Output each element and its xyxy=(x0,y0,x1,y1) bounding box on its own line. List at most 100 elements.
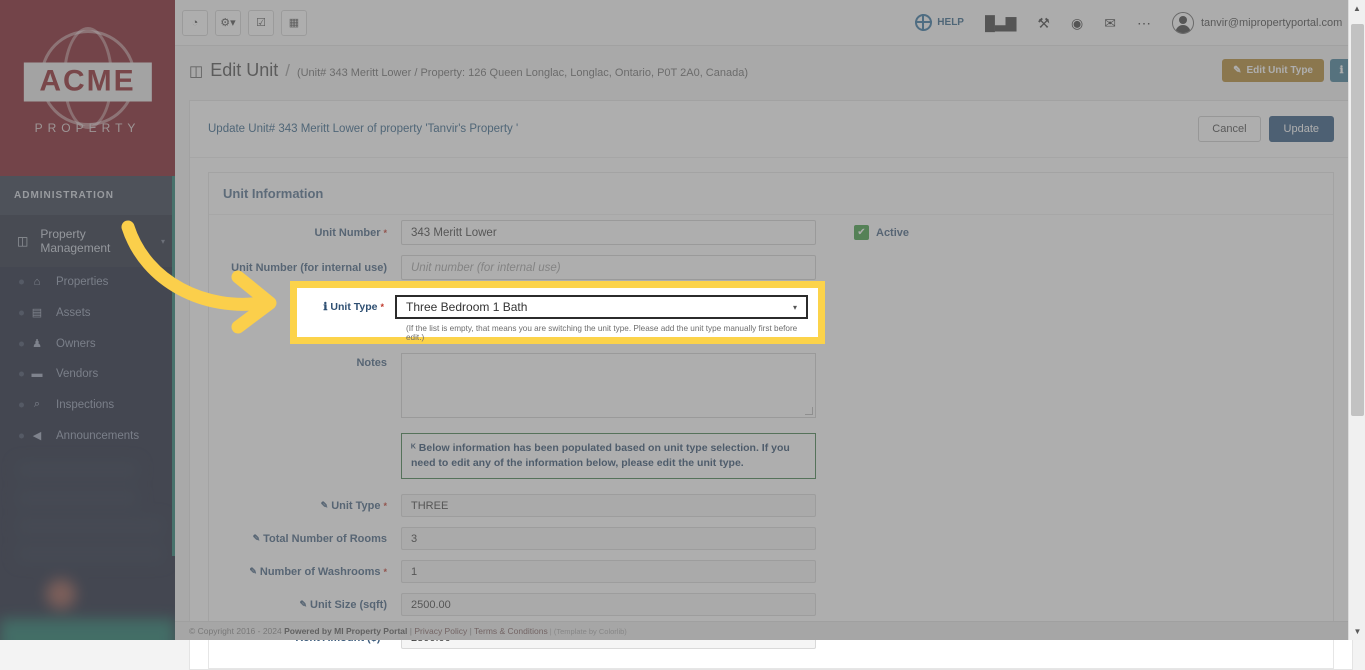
blurred-banner xyxy=(0,619,175,640)
unit-type-selected-value: Three Bedroom 1 Bath xyxy=(406,300,527,314)
sidebar: ACME PROPERTY ADMINISTRATION ◫ Property … xyxy=(0,0,175,640)
notes-textarea[interactable] xyxy=(401,353,816,418)
sidebar-item-vendors[interactable]: ▬ Vendors xyxy=(0,359,175,389)
active-label: Active xyxy=(876,227,909,239)
unit-size-value: 2500.00 xyxy=(401,593,816,616)
cube-icon: ◫ xyxy=(189,62,203,80)
home-icon: ⌂ xyxy=(30,276,44,288)
sidebar-item-label: Announcements xyxy=(56,430,139,442)
sidebar-item-assets[interactable]: ▤ Assets xyxy=(0,297,175,328)
info-icon: ℹ xyxy=(323,301,327,313)
pencil-icon: ✎ xyxy=(299,599,307,610)
mail-icon[interactable]: ✉ xyxy=(1104,16,1116,30)
form-row-alert: ᴷ Below information has been populated b… xyxy=(209,423,1333,484)
internal-unit-number-input[interactable]: Unit number (for internal use) xyxy=(401,255,816,280)
logo-text: ACME xyxy=(23,63,151,102)
blurred-item xyxy=(16,489,139,507)
alert-text: Below information has been populated bas… xyxy=(411,442,790,469)
title-separator: / xyxy=(285,61,290,81)
blurred-avatar xyxy=(46,579,76,609)
pencil-icon: ✎ xyxy=(321,500,329,511)
sidebar-item-label: Assets xyxy=(56,307,91,319)
sidebar-item-owners[interactable]: ♟ Owners xyxy=(0,328,175,359)
form-row-notes: Notes xyxy=(209,348,1333,423)
search-icon: ⌕ xyxy=(30,398,44,411)
card-title: Unit Information xyxy=(209,173,1333,215)
unit-number-label: Unit Number * xyxy=(223,227,401,239)
scrollbar-thumb[interactable] xyxy=(1351,24,1364,416)
sidebar-item-property-management[interactable]: ◫ Property Management ▾ xyxy=(0,215,175,267)
required-marker: * xyxy=(383,501,387,511)
settings-button[interactable]: ⚙▾ xyxy=(215,10,241,36)
scroll-up-button[interactable]: ▲ xyxy=(1349,0,1365,17)
unit-type-label: ℹ Unit Type * xyxy=(307,301,395,313)
unit-size-label: ✎ Unit Size (sqft) xyxy=(223,599,401,611)
help-button[interactable]: HELP xyxy=(915,14,964,31)
active-toggle[interactable]: ✔ Active xyxy=(854,225,909,240)
label-text: Unit Type xyxy=(330,301,377,313)
copyright-text: © Copyright 2016 - 2024 xyxy=(189,626,284,636)
cancel-button[interactable]: Cancel xyxy=(1198,116,1260,142)
total-rooms-label: ✎ Total Number of Rooms xyxy=(223,533,401,545)
archive-icon: ▤ xyxy=(30,306,44,319)
chevron-down-icon: ▾ xyxy=(793,303,797,312)
app-logo[interactable]: ACME PROPERTY xyxy=(0,0,175,176)
update-button[interactable]: Update xyxy=(1269,116,1334,142)
readonly-unit-type-value: THREE xyxy=(401,494,816,517)
bulb-icon: ᴷ xyxy=(411,442,416,454)
footer: © Copyright 2016 - 2024 Powered by MI Pr… xyxy=(175,621,1365,640)
eye-icon[interactable]: ◉ xyxy=(1071,16,1083,30)
top-toolbar: ◔ ⚙▾ ☑ ▦ HELP █▃▇ ⚒ ◉ ✉ ⋯ tanvir@miprope… xyxy=(175,0,1365,46)
vertical-scrollbar[interactable]: ▲ ▼ xyxy=(1348,0,1365,640)
building-icon: ◫ xyxy=(17,234,28,248)
unit-type-select[interactable]: Three Bedroom 1 Bath ▾ xyxy=(395,295,808,319)
more-icon[interactable]: ⋯ xyxy=(1137,16,1151,30)
pencil-icon: ✎ xyxy=(253,533,261,544)
sidebar-item-label: Owners xyxy=(56,338,96,350)
page-title: ◫ Edit Unit / (Unit# 343 Meritt Lower / … xyxy=(189,60,748,81)
scroll-down-button[interactable]: ▼ xyxy=(1349,623,1365,640)
calculator-button[interactable]: ▦ xyxy=(281,10,307,36)
reports-icon[interactable]: █▃▇ xyxy=(985,16,1016,30)
lifering-icon xyxy=(915,14,932,31)
sidebar-item-properties[interactable]: ⌂ Properties xyxy=(0,267,175,297)
unit-type-row: ℹ Unit Type * Three Bedroom 1 Bath ▾ xyxy=(297,295,818,319)
privacy-policy-link[interactable]: Privacy Policy xyxy=(414,626,467,636)
unit-number-input[interactable]: 343 Meritt Lower xyxy=(401,220,816,245)
unit-type-highlight-box: ℹ Unit Type * Three Bedroom 1 Bath ▾ (If… xyxy=(290,281,825,344)
edit-unit-type-label: Edit Unit Type xyxy=(1247,65,1313,76)
user-menu[interactable]: tanvir@mipropertyportal.com ˇ xyxy=(1172,12,1353,34)
panel-heading-text: Update Unit# 343 Meritt Lower of propert… xyxy=(208,123,518,135)
washrooms-value: 1 xyxy=(401,560,816,583)
tools-icon[interactable]: ⚒ xyxy=(1037,16,1050,30)
megaphone-icon: ◀ xyxy=(30,429,44,442)
form-row-internal-unit-number: Unit Number (for internal use) Unit numb… xyxy=(209,250,1333,285)
avatar xyxy=(1172,12,1194,34)
footer-separator: | xyxy=(467,626,474,636)
sidebar-item-announcements[interactable]: ◀ Announcements xyxy=(0,420,175,451)
form-row-washrooms: ✎ Number of Washrooms * 1 xyxy=(209,555,1333,588)
page-title-text: Edit Unit xyxy=(210,60,278,81)
unit-type-info-alert: ᴷ Below information has been populated b… xyxy=(401,433,816,479)
edit-unit-type-button[interactable]: ✎ Edit Unit Type xyxy=(1222,59,1324,82)
required-marker: * xyxy=(383,228,387,238)
form-row-total-rooms: ✎ Total Number of Rooms 3 xyxy=(209,522,1333,555)
panel-header: Update Unit# 343 Meritt Lower of propert… xyxy=(190,101,1352,158)
sidebar-item-inspections[interactable]: ⌕ Inspections xyxy=(0,389,175,420)
pencil-icon: ✎ xyxy=(249,566,257,577)
sidebar-item-label: Vendors xyxy=(56,368,98,380)
blurred-item xyxy=(16,545,165,563)
sidebar-item-label: Properties xyxy=(56,276,108,288)
pencil-icon: ✎ xyxy=(1233,65,1241,76)
chevron-down-icon: ▾ xyxy=(161,237,165,246)
calendar-button[interactable]: ☑ xyxy=(248,10,274,36)
template-credit: | (Template by Colorlib) xyxy=(548,627,627,636)
breadcrumb: (Unit# 343 Meritt Lower / Property: 126 … xyxy=(297,67,748,79)
form-row-unit-type-readonly: ✎ Unit Type * THREE xyxy=(209,484,1333,522)
readonly-unit-type-label: ✎ Unit Type * xyxy=(223,500,401,512)
dashboard-button[interactable]: ◔ xyxy=(182,10,208,36)
sidebar-item-label: Property Management xyxy=(40,227,149,255)
unit-type-help-text: (If the list is empty, that means you ar… xyxy=(297,319,818,342)
logo-subtitle: PROPERTY xyxy=(35,121,141,135)
terms-conditions-link[interactable]: Terms & Conditions xyxy=(474,626,548,636)
